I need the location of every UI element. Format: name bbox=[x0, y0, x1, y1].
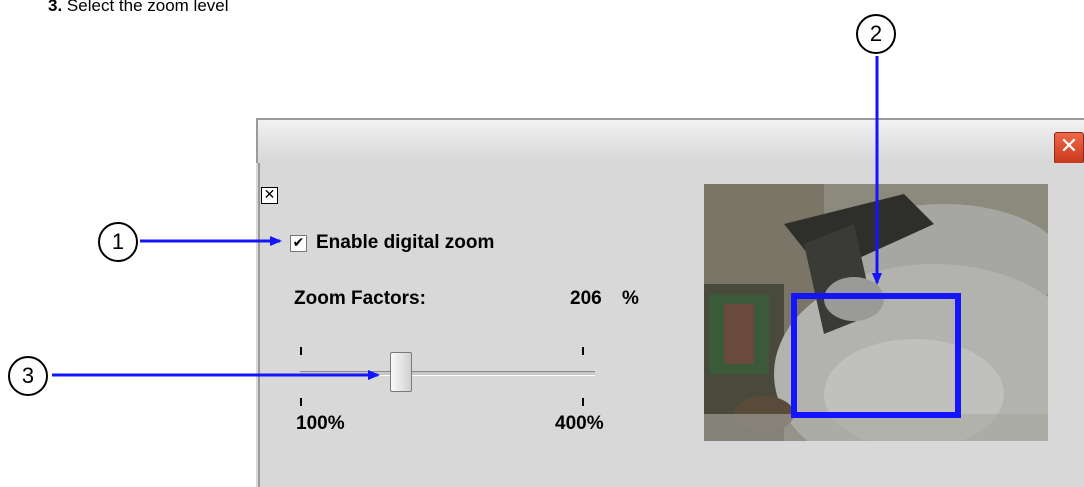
callout-3: 3 bbox=[8, 356, 48, 396]
annotation-arrows bbox=[52, 56, 882, 380]
callout-1: 1 bbox=[98, 222, 138, 262]
callout-2: 2 bbox=[856, 14, 896, 54]
